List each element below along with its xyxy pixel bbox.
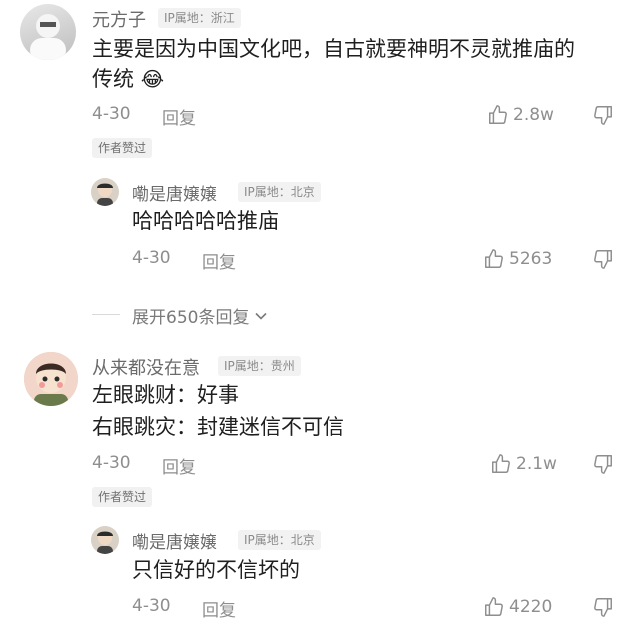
avatar-image — [30, 14, 66, 60]
like-button[interactable]: 4220 — [483, 596, 552, 618]
author-liked-badge: 作者赞过 — [92, 487, 153, 507]
dislike-button[interactable] — [592, 596, 614, 618]
dislike-button[interactable] — [592, 248, 614, 270]
comment-username[interactable]: 从来都没在意 — [92, 354, 200, 380]
thumb-down-outline-icon — [594, 106, 612, 125]
reply-button[interactable]: 回复 — [162, 104, 196, 129]
expand-replies-label: 展开650条回复 — [132, 308, 250, 328]
avatar[interactable] — [24, 352, 78, 406]
comment-username[interactable]: 元方子 — [92, 6, 146, 32]
comment-text: 左眼跳财：好事 — [92, 383, 239, 407]
comment-text: 主要是因为中国文化吧，自古就要神明不灵就推庙的 — [92, 37, 575, 61]
like-button[interactable]: 2.8w — [487, 104, 554, 126]
reply-button[interactable]: 回复 — [162, 453, 196, 478]
reply-avatar[interactable] — [91, 178, 119, 206]
ip-location-badge: IP属地：北京 — [238, 530, 321, 550]
reply-username[interactable]: 嘞是唐嬢嬢 — [132, 528, 217, 553]
ip-location-badge: IP属地：贵州 — [218, 356, 301, 376]
dislike-button[interactable] — [592, 453, 614, 475]
thumb-down-outline-icon — [594, 455, 612, 474]
reply-username[interactable]: 嘞是唐嬢嬢 — [132, 180, 217, 205]
comment-text-line2: 右眼跳灾：封建迷信不可信 — [92, 415, 344, 439]
comment-date: 4-30 — [92, 453, 131, 473]
ip-location-badge: IP属地：浙江 — [158, 8, 241, 28]
comment-date: 4-30 — [92, 104, 131, 124]
reply-date: 4-30 — [132, 248, 171, 268]
expand-replies-button[interactable]: 展开650条回复 — [132, 303, 269, 328]
thumb-up-outline-icon — [492, 454, 510, 473]
like-count: 2.1w — [516, 454, 557, 474]
thumb-down-outline-icon — [594, 598, 612, 617]
like-count: 5263 — [509, 249, 553, 269]
reply-date: 4-30 — [132, 596, 171, 616]
dislike-button[interactable] — [592, 104, 614, 126]
reply-text: 哈哈哈哈哈推庙 — [132, 209, 279, 233]
avatar-image — [97, 183, 113, 206]
reply-avatar[interactable] — [91, 526, 119, 554]
thumb-up-outline-icon — [489, 105, 507, 124]
comment-text-continued: 传统 — [92, 67, 134, 91]
comment-text-line2: 传统 😂 — [92, 62, 164, 96]
reply-text: 只信好的不信坏的 — [132, 558, 300, 582]
thumb-down-outline-icon — [594, 250, 612, 269]
reply-button[interactable]: 回复 — [202, 248, 236, 273]
ip-location-badge: IP属地：北京 — [238, 182, 321, 202]
avatar-image — [97, 531, 113, 554]
avatar-image — [24, 352, 78, 406]
avatar[interactable] — [20, 4, 76, 60]
thumb-up-outline-icon — [485, 597, 503, 616]
author-liked-badge: 作者赞过 — [92, 138, 153, 158]
like-count: 4220 — [509, 597, 553, 617]
thumb-up-outline-icon — [485, 249, 503, 268]
chevron-down-icon — [255, 312, 268, 320]
expand-divider — [92, 314, 120, 315]
reply-button[interactable]: 回复 — [202, 596, 236, 621]
laughing-emoji-icon: 😂 — [140, 67, 165, 91]
like-button[interactable]: 2.1w — [490, 453, 557, 475]
like-count: 2.8w — [513, 105, 554, 125]
like-button[interactable]: 5263 — [483, 248, 552, 270]
